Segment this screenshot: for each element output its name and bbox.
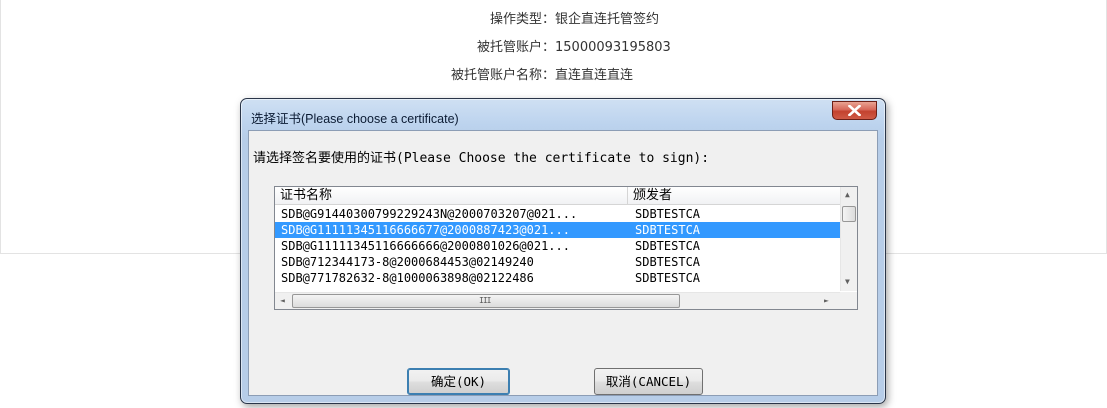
cert-name: SDB@G11111345116666666@2000801026@021... <box>281 239 570 253</box>
info-value: 银企直连托管签约 <box>555 12 660 27</box>
cert-name: SDB@712344173-8@2000684453@02149240 <box>281 255 534 269</box>
cert-name: SDB@G11111345116666677@2000887423@021... <box>281 223 570 237</box>
info-label: 操作类型： <box>489 12 555 27</box>
cert-issuer: SDBTESTCA <box>635 223 701 237</box>
info-row-operation-type: 操作类型： 银企直连托管签约 <box>1 9 1107 31</box>
cert-name: SDB@G91440300799229243N@2000703207@021..… <box>281 207 578 221</box>
scroll-grip-icon: III <box>479 296 491 305</box>
list-item[interactable]: SDB@771782632-8@1000063898@02122486 SDBT… <box>275 270 840 286</box>
dialog-title: 选择证书(Please choose a certificate) <box>251 112 459 126</box>
cert-name: SDB@771782632-8@1000063898@02122486 <box>281 271 534 285</box>
certificate-dialog: 选择证书(Please choose a certificate) 请选择签名要… <box>240 98 886 404</box>
info-row-account: 被托管账户： 15000093195803 <box>1 37 1107 59</box>
cancel-button[interactable]: 取消(CANCEL) <box>594 368 703 395</box>
cert-issuer: SDBTESTCA <box>635 239 701 253</box>
column-header-cert-name[interactable]: 证书名称 <box>275 187 628 204</box>
certificate-list[interactable]: 证书名称 颁发者 SDB@G91440300799229243N@2000703… <box>274 186 858 310</box>
list-item[interactable]: SDB@G11111345116666666@2000801026@021...… <box>275 238 840 254</box>
list-header: 证书名称 颁发者 <box>275 187 840 205</box>
list-item[interactable]: SDB@712344173-8@2000684453@02149240 SDBT… <box>275 254 840 270</box>
scroll-right-icon[interactable]: ► <box>824 296 829 306</box>
ok-button[interactable]: 确定(OK) <box>407 368 510 395</box>
info-row-account-name: 被托管账户名称： 直连直连直连 <box>1 65 1107 87</box>
cert-issuer: SDBTESTCA <box>635 255 701 269</box>
list-item-selected[interactable]: SDB@G11111345116666677@2000887423@021...… <box>275 222 840 238</box>
vertical-scrollbar[interactable]: ▲ ▼ <box>840 187 857 291</box>
info-label: 被托管账户： <box>476 40 555 55</box>
close-button[interactable] <box>832 101 877 120</box>
scrollbar-corner <box>840 292 857 309</box>
info-value: 15000093195803 <box>555 40 671 55</box>
horizontal-scroll-thumb[interactable]: III <box>292 294 680 308</box>
close-icon <box>848 105 861 116</box>
horizontal-scrollbar[interactable]: ◄ III ► <box>275 292 840 309</box>
dialog-body: 请选择签名要使用的证书(Please Choose the certificat… <box>248 130 878 396</box>
scroll-down-icon[interactable]: ▼ <box>845 277 850 287</box>
cert-issuer: SDBTESTCA <box>635 207 701 221</box>
scroll-up-icon[interactable]: ▲ <box>845 190 850 200</box>
cert-issuer: SDBTESTCA <box>635 271 701 285</box>
column-header-issuer[interactable]: 颁发者 <box>628 187 840 204</box>
vertical-scroll-thumb[interactable] <box>842 206 856 222</box>
list-rows: SDB@G91440300799229243N@2000703207@021..… <box>275 206 840 286</box>
info-label: 被托管账户名称： <box>450 68 555 83</box>
instruction-text: 请选择签名要使用的证书(Please Choose the certificat… <box>253 151 710 166</box>
info-value: 直连直连直连 <box>555 68 634 83</box>
list-item[interactable]: SDB@G91440300799229243N@2000703207@021..… <box>275 206 840 222</box>
scroll-left-icon[interactable]: ◄ <box>280 296 285 306</box>
